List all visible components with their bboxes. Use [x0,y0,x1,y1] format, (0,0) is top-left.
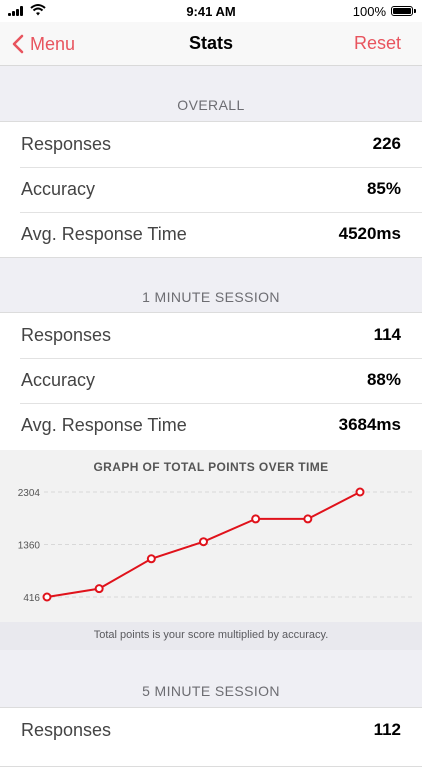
stat-value: 88% [366,370,401,389]
list-item: Accuracy 88% [0,358,422,403]
overall-section-header: OVERALL [177,97,245,113]
one-minute-stats-card: Responses 114 Accuracy 88% Avg. Response… [0,312,422,450]
overall-stats-card: Responses 226 Accuracy 85% Avg. Response… [0,121,422,258]
stat-value: 3684ms [338,415,401,434]
data-point [146,554,156,564]
stat-label: Accuracy [21,370,96,390]
points-line-chart: 2304 1360 416 [18,487,412,604]
data-point [251,514,261,524]
data-point [94,584,104,594]
stat-label: Responses [21,325,112,345]
list-item: Accuracy 85% [0,167,422,212]
stat-label: Accuracy [21,179,96,199]
battery-percentage: 100% [352,4,386,19]
status-bar: 9:41 AM 100% [0,0,422,22]
navigation-bar: Menu Stats Reset [0,22,422,66]
graph-title: GRAPH OF TOTAL POINTS OVER TIME [93,460,329,474]
stat-value: 4520ms [338,224,401,243]
stat-value: 112 [373,720,401,739]
five-minute-stats-card: Responses 112 [0,707,422,767]
stat-label: Responses [21,134,112,154]
battery-icon [391,6,416,16]
data-point [355,487,365,497]
y-tick-label: 416 [23,593,40,604]
data-point [303,514,313,524]
list-item: Responses 226 [0,122,422,167]
five-minute-section-header: 5 MINUTE SESSION [142,683,280,699]
stat-value: 85% [366,179,401,198]
stat-value: 226 [372,134,401,153]
stat-label: Avg. Response Time [21,224,187,244]
data-point [42,592,52,602]
stat-label: Responses [21,720,112,740]
one-minute-section-header: 1 MINUTE SESSION [142,289,280,305]
y-tick-label: 1360 [18,541,41,552]
graph-footnote: Total points is your score multiplied by… [0,622,422,650]
list-item: Responses 112 [0,708,422,753]
points-graph-panel: GRAPH OF TOTAL POINTS OVER TIME 2304 1360… [0,450,422,650]
stat-value: 114 [373,325,401,344]
y-tick-label: 2304 [18,488,41,499]
list-item: Avg. Response Time 3684ms [0,403,422,448]
list-item: Avg. Response Time 4520ms [0,212,422,257]
stat-label: Avg. Response Time [21,415,187,435]
data-point [199,537,208,547]
reset-button[interactable]: Reset [354,33,401,54]
list-item: Responses 114 [0,313,422,358]
graph-footnote-text: Total points is your score multiplied by… [93,629,329,641]
